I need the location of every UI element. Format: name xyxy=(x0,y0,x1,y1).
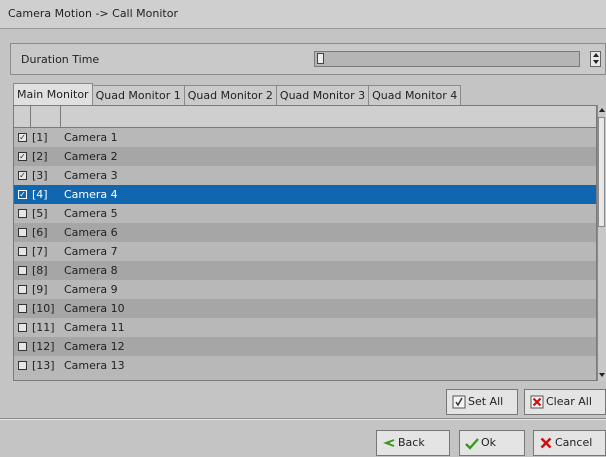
back-label: Back xyxy=(398,436,425,449)
camera-number: [4] xyxy=(32,188,48,201)
camera-name: Camera 6 xyxy=(64,226,118,239)
tab-main-monitor[interactable]: Main Monitor xyxy=(13,83,93,105)
camera-number: [13] xyxy=(32,359,55,372)
ok-check-icon xyxy=(465,438,479,450)
set-all-label: Set All xyxy=(468,395,504,408)
spinner-down-icon[interactable] xyxy=(593,60,599,64)
camera-number: [7] xyxy=(32,245,48,258)
camera-rows: ✓ [1] Camera 1 ✓ [2] Camera 2 ✓ [3] Camera 3 ✓ [4]… xyxy=(14,128,596,375)
camera-name: Camera 10 xyxy=(64,302,125,315)
monitor-tabs: Main Monitor Quad Monitor 1 Quad Monitor… xyxy=(13,83,462,105)
red-x-icon xyxy=(530,395,544,409)
tab-quad-monitor-1[interactable]: Quad Monitor 1 xyxy=(91,85,185,105)
camera-row[interactable]: [9] Camera 9 xyxy=(14,280,596,299)
checkbox-checked-icon[interactable]: ✓ xyxy=(18,152,27,161)
tab-quad-monitor-4[interactable]: Quad Monitor 4 xyxy=(368,85,462,105)
checkbox-icon[interactable] xyxy=(18,228,27,237)
duration-input[interactable]: 5 xyxy=(314,51,580,67)
duration-label: Duration Time xyxy=(21,53,100,66)
set-all-button[interactable]: Set All xyxy=(446,389,518,415)
checkbox-icon[interactable] xyxy=(18,285,27,294)
cancel-label: Cancel xyxy=(555,436,593,449)
checkbox-icon[interactable] xyxy=(18,304,27,313)
camera-name: Camera 7 xyxy=(64,245,118,258)
camera-number: [3] xyxy=(32,169,48,182)
list-scrollbar[interactable] xyxy=(597,105,606,381)
camera-name: Camera 5 xyxy=(64,207,118,220)
camera-number: [6] xyxy=(32,226,48,239)
duration-value: 5 xyxy=(317,53,324,64)
cancel-button[interactable]: Cancel xyxy=(533,430,606,456)
camera-name: Camera 8 xyxy=(64,264,118,277)
checkbox-icon[interactable] xyxy=(18,323,27,332)
camera-row[interactable]: ✓ [3] Camera 3 xyxy=(14,166,596,185)
ok-label: Ok xyxy=(481,436,497,449)
checkbox-icon[interactable] xyxy=(18,247,27,256)
checkbox-icon[interactable] xyxy=(18,342,27,351)
duration-spinner[interactable] xyxy=(590,51,601,67)
checkbox-checked-icon[interactable]: ✓ xyxy=(18,171,27,180)
camera-row[interactable]: [13] Camera 13 xyxy=(14,356,596,375)
header-number-column[interactable] xyxy=(30,106,61,127)
checkbox-icon[interactable] xyxy=(18,361,27,370)
tab-quad-monitor-2[interactable]: Quad Monitor 2 xyxy=(183,85,277,105)
red-x-icon xyxy=(540,437,552,449)
camera-row[interactable]: [8] Camera 8 xyxy=(14,261,596,280)
checkbox-icon[interactable] xyxy=(18,209,27,218)
duration-panel: Duration Time 5 xyxy=(10,43,606,75)
camera-row[interactable]: [10] Camera 10 xyxy=(14,299,596,318)
ok-button[interactable]: Ok xyxy=(459,430,525,456)
camera-name: Camera 3 xyxy=(64,169,118,182)
camera-number: [9] xyxy=(32,283,48,296)
footer-divider xyxy=(0,418,606,420)
checkbox-checked-icon[interactable]: ✓ xyxy=(18,190,27,199)
clear-all-button[interactable]: Clear All xyxy=(524,389,606,415)
camera-number: [5] xyxy=(32,207,48,220)
camera-list: ✓ [1] Camera 1 ✓ [2] Camera 2 ✓ [3] Camera 3 ✓ [4]… xyxy=(13,105,597,381)
camera-name: Camera 1 xyxy=(64,131,118,144)
camera-row[interactable]: [11] Camera 11 xyxy=(14,318,596,337)
checkbox-icon[interactable] xyxy=(18,266,27,275)
back-button[interactable]: Back xyxy=(376,430,450,456)
camera-row[interactable]: ✓ [1] Camera 1 xyxy=(14,128,596,147)
camera-name: Camera 13 xyxy=(64,359,125,372)
camera-number: [10] xyxy=(32,302,55,315)
window-titlebar: Camera Motion -> Call Monitor xyxy=(0,0,606,29)
camera-number: [2] xyxy=(32,150,48,163)
camera-name: Camera 12 xyxy=(64,340,125,353)
clear-all-label: Clear All xyxy=(546,395,592,408)
scroll-up-icon[interactable] xyxy=(599,108,605,112)
scroll-down-icon[interactable] xyxy=(599,373,605,377)
camera-name: Camera 9 xyxy=(64,283,118,296)
camera-row[interactable]: [5] Camera 5 xyxy=(14,204,596,223)
checkbox-checked-icon[interactable]: ✓ xyxy=(18,133,27,142)
window-title: Camera Motion -> Call Monitor xyxy=(8,7,178,20)
spinner-up-icon[interactable] xyxy=(593,53,599,57)
camera-number: [12] xyxy=(32,340,55,353)
check-hand-icon xyxy=(452,395,466,409)
camera-name: Camera 4 xyxy=(64,188,118,201)
camera-name: Camera 2 xyxy=(64,150,118,163)
camera-number: [1] xyxy=(32,131,48,144)
camera-row[interactable]: [6] Camera 6 xyxy=(14,223,596,242)
camera-number: [11] xyxy=(32,321,55,334)
camera-row[interactable]: [7] Camera 7 xyxy=(14,242,596,261)
camera-number: [8] xyxy=(32,264,48,277)
camera-row[interactable]: ✓ [4] Camera 4 xyxy=(14,185,596,204)
camera-row[interactable]: ✓ [2] Camera 2 xyxy=(14,147,596,166)
back-arrow-icon xyxy=(383,439,395,447)
header-check-column[interactable] xyxy=(14,106,31,127)
scroll-thumb[interactable] xyxy=(598,117,605,227)
list-header xyxy=(14,106,596,128)
tab-quad-monitor-3[interactable]: Quad Monitor 3 xyxy=(275,85,370,105)
camera-name: Camera 11 xyxy=(64,321,125,334)
camera-row[interactable]: [12] Camera 12 xyxy=(14,337,596,356)
